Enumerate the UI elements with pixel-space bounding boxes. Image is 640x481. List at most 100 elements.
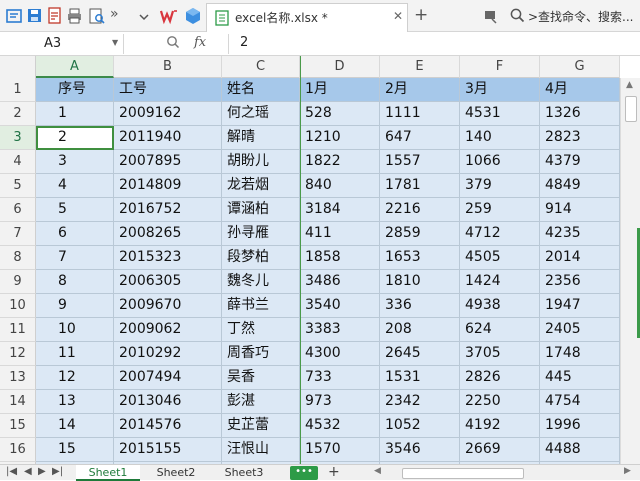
cell-b12[interactable]: 2010292 <box>114 342 222 366</box>
column-header-c[interactable]: C <box>222 56 300 78</box>
cell-a11[interactable]: 10 <box>36 318 114 342</box>
cell-a9[interactable]: 8 <box>36 270 114 294</box>
new-tab-button[interactable]: + <box>414 5 428 25</box>
cell-d2[interactable]: 528 <box>300 102 380 126</box>
spreadsheet-grid[interactable]: ABCDEFG 1 序号 工号 姓名 1月 2月 3月 4月 2 1 2009162 何之瑶 528 11… <box>0 56 620 464</box>
save-icon[interactable] <box>26 7 44 25</box>
cell-b15[interactable]: 2014576 <box>114 414 222 438</box>
scroll-right-icon[interactable]: ▶ <box>624 466 631 476</box>
vertical-scroll-thumb[interactable] <box>625 96 637 122</box>
cell-b14[interactable]: 2013046 <box>114 390 222 414</box>
row-header-9[interactable]: 9 <box>0 270 36 294</box>
command-search-input[interactable]: >查找命令、搜索... <box>528 8 634 25</box>
cell-g4[interactable]: 4379 <box>540 150 620 174</box>
cell-f6[interactable]: 259 <box>460 198 540 222</box>
cell-b8[interactable]: 2015323 <box>114 246 222 270</box>
export-pdf-icon[interactable] <box>46 7 64 25</box>
row-header-5[interactable]: 5 <box>0 174 36 198</box>
cell-g7[interactable]: 4235 <box>540 222 620 246</box>
cell-g13[interactable]: 445 <box>540 366 620 390</box>
cell-c9[interactable]: 魏冬儿 <box>222 270 300 294</box>
cell-d5[interactable]: 840 <box>300 174 380 198</box>
cell-g11[interactable]: 2405 <box>540 318 620 342</box>
cell-f4[interactable]: 1066 <box>460 150 540 174</box>
cell-a7[interactable]: 6 <box>36 222 114 246</box>
column-header-d[interactable]: D <box>300 56 380 78</box>
cell-f10[interactable]: 4938 <box>460 294 540 318</box>
cell-d8[interactable]: 1858 <box>300 246 380 270</box>
sheet-tab-sheet3[interactable]: Sheet3 <box>212 465 276 481</box>
cell-a8[interactable]: 7 <box>36 246 114 270</box>
cell-c5[interactable]: 龙若烟 <box>222 174 300 198</box>
cell-b5[interactable]: 2014809 <box>114 174 222 198</box>
app-menu-icon[interactable] <box>6 7 24 25</box>
row-header-1[interactable]: 1 <box>0 78 36 102</box>
cell-e11[interactable]: 208 <box>380 318 460 342</box>
row-header-14[interactable]: 14 <box>0 390 36 414</box>
cell-f5[interactable]: 379 <box>460 174 540 198</box>
cell-c8[interactable]: 段梦柏 <box>222 246 300 270</box>
row-header-16[interactable]: 16 <box>0 438 36 462</box>
cell-c3[interactable]: 解晴 <box>222 126 300 150</box>
cell-e15[interactable]: 1052 <box>380 414 460 438</box>
cell-e8[interactable]: 1653 <box>380 246 460 270</box>
sheet-tab-sheet1[interactable]: Sheet1 <box>76 465 140 481</box>
cell-a4[interactable]: 3 <box>36 150 114 174</box>
close-tab-icon[interactable]: ✕ <box>393 9 403 23</box>
cell-d7[interactable]: 411 <box>300 222 380 246</box>
cell-e16[interactable]: 3546 <box>380 438 460 462</box>
cell-g15[interactable]: 1996 <box>540 414 620 438</box>
row-header-2[interactable]: 2 <box>0 102 36 126</box>
cell-d14[interactable]: 973 <box>300 390 380 414</box>
cell-b9[interactable]: 2006305 <box>114 270 222 294</box>
more-tools-icon[interactable]: » <box>110 6 128 24</box>
wps-logo-icon[interactable] <box>159 7 178 25</box>
cube-app-icon[interactable] <box>184 7 202 25</box>
cell-d10[interactable]: 3540 <box>300 294 380 318</box>
header-cell[interactable]: 序号 <box>36 78 114 102</box>
cell-g12[interactable]: 1748 <box>540 342 620 366</box>
column-header-e[interactable]: E <box>380 56 460 78</box>
cell-e6[interactable]: 2216 <box>380 198 460 222</box>
scroll-left-icon[interactable]: ◀ <box>374 466 381 476</box>
cell-e5[interactable]: 1781 <box>380 174 460 198</box>
cell-c6[interactable]: 谭涵柏 <box>222 198 300 222</box>
more-sheets-button[interactable]: ••• <box>290 466 318 480</box>
cell-b10[interactable]: 2009670 <box>114 294 222 318</box>
row-header-12[interactable]: 12 <box>0 342 36 366</box>
cell-a14[interactable]: 13 <box>36 390 114 414</box>
cell-e3[interactable]: 647 <box>380 126 460 150</box>
cell-a10[interactable]: 9 <box>36 294 114 318</box>
cell-d15[interactable]: 4532 <box>300 414 380 438</box>
cell-a6[interactable]: 5 <box>36 198 114 222</box>
prev-sheet-icon[interactable]: ◀ <box>24 466 32 477</box>
column-header-f[interactable]: F <box>460 56 540 78</box>
cell-c7[interactable]: 孙寻雁 <box>222 222 300 246</box>
cell-f14[interactable]: 2250 <box>460 390 540 414</box>
cell-b2[interactable]: 2009162 <box>114 102 222 126</box>
cell-g10[interactable]: 1947 <box>540 294 620 318</box>
cell-g5[interactable]: 4849 <box>540 174 620 198</box>
cell-g6[interactable]: 914 <box>540 198 620 222</box>
cell-c2[interactable]: 何之瑶 <box>222 102 300 126</box>
next-sheet-icon[interactable]: ▶ <box>38 466 46 477</box>
cell-c16[interactable]: 汪恨山 <box>222 438 300 462</box>
cell-f11[interactable]: 624 <box>460 318 540 342</box>
row-header-11[interactable]: 11 <box>0 318 36 342</box>
cell-e2[interactable]: 1111 <box>380 102 460 126</box>
cell-f16[interactable]: 2669 <box>460 438 540 462</box>
header-cell[interactable]: 工号 <box>114 78 222 102</box>
window-options-icon[interactable] <box>482 7 500 25</box>
cell-g3[interactable]: 2823 <box>540 126 620 150</box>
cell-d3[interactable]: 1210 <box>300 126 380 150</box>
cell-c11[interactable]: 丁然 <box>222 318 300 342</box>
zoom-search-icon[interactable] <box>166 35 180 52</box>
row-header-4[interactable]: 4 <box>0 150 36 174</box>
cell-c12[interactable]: 周香巧 <box>222 342 300 366</box>
cell-b13[interactable]: 2007494 <box>114 366 222 390</box>
cell-g14[interactable]: 4754 <box>540 390 620 414</box>
header-cell[interactable]: 3月 <box>460 78 540 102</box>
cell-a12[interactable]: 11 <box>36 342 114 366</box>
cell-b4[interactable]: 2007895 <box>114 150 222 174</box>
cell-d11[interactable]: 3383 <box>300 318 380 342</box>
